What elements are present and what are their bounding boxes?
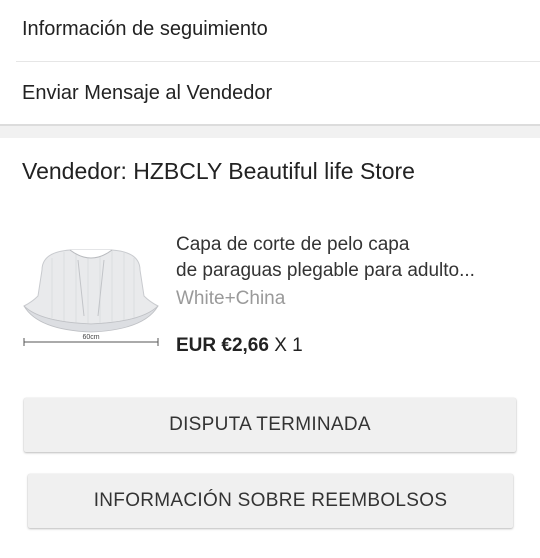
dispute-finished-button[interactable]: DISPUTA TERMINADA bbox=[24, 398, 516, 452]
product-title-line-1: Capa de corte de pelo capa bbox=[176, 234, 410, 255]
product-variant: White+China bbox=[176, 288, 286, 309]
product-quantity: X 1 bbox=[268, 335, 303, 356]
seller-label: Vendedor: HZBCLY Beautiful life Store bbox=[22, 158, 415, 184]
product-image[interactable]: 60cm bbox=[22, 240, 160, 358]
product-price: EUR €2,66 bbox=[176, 335, 269, 356]
dimension-label: 60cm bbox=[82, 334, 99, 341]
tracking-info-label: Información de seguimiento bbox=[22, 18, 268, 40]
tracking-info-link[interactable]: Información de seguimiento bbox=[22, 18, 540, 41]
refund-info-button[interactable]: INFORMACIÓN SOBRE REEMBOLSOS bbox=[28, 474, 513, 528]
row-divider bbox=[16, 61, 540, 62]
section-divider bbox=[0, 124, 540, 138]
message-seller-link[interactable]: Enviar Mensaje al Vendedor bbox=[22, 82, 540, 105]
haircut-cape-image: 60cm bbox=[23, 249, 159, 346]
product-price-row: EUR €2,66 X 1 bbox=[176, 335, 303, 357]
product-title[interactable]: Capa de corte de pelo capa de paraguas p… bbox=[176, 232, 526, 284]
seller-name[interactable]: Vendedor: HZBCLY Beautiful life Store bbox=[22, 158, 415, 185]
message-seller-label: Enviar Mensaje al Vendedor bbox=[22, 82, 273, 104]
product-title-line-2: de paraguas plegable para adulto... bbox=[176, 260, 475, 281]
